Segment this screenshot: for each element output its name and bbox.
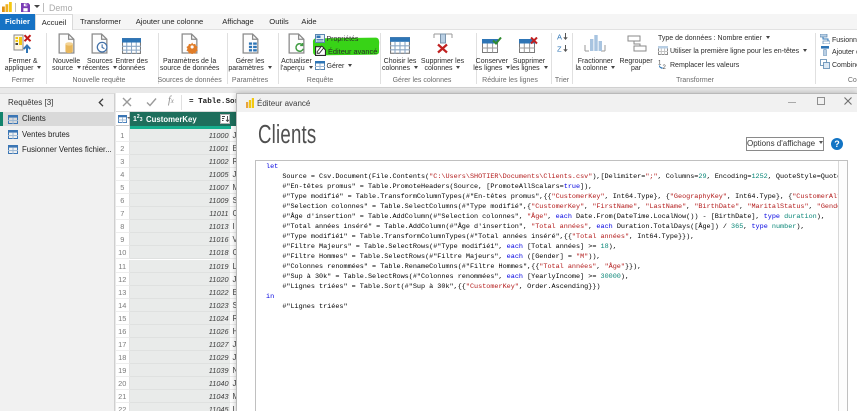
svg-text:A: A: [557, 32, 562, 41]
svg-text:Z: Z: [557, 44, 562, 53]
svg-text:2: 2: [663, 65, 667, 69]
